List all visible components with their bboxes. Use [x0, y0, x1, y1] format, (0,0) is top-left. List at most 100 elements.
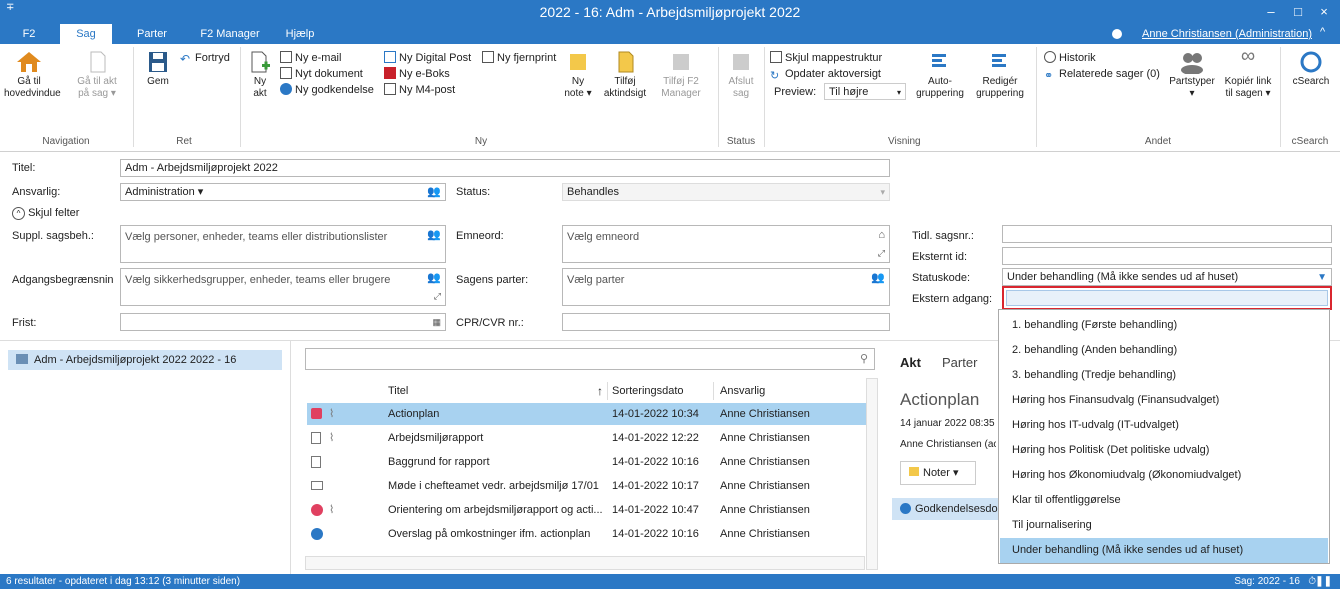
collapse-ribbon-icon[interactable]: ^: [1320, 26, 1325, 38]
approval-bar[interactable]: Godkendelsesdoku: [892, 498, 998, 520]
parties-input[interactable]: Vælg parter 👥: [562, 268, 890, 306]
dropdown-option[interactable]: 1. behandling (Første behandling): [1000, 313, 1328, 338]
pause-icon[interactable]: ❚❚: [1315, 574, 1332, 589]
vertical-scrollbar[interactable]: [866, 378, 878, 570]
title-input[interactable]: Adm - Arbejdsmiljøprojekt 2022: [120, 159, 890, 177]
external-access-inner: [1006, 290, 1328, 306]
notes-button[interactable]: Noter ▾: [900, 461, 976, 485]
new-email-button[interactable]: Ny e-mail: [280, 50, 341, 66]
preview-select[interactable]: Til højre ▾: [824, 83, 906, 100]
new-eboks-button[interactable]: Ny e-Boks: [384, 66, 450, 82]
save-button[interactable]: Gem: [140, 50, 176, 88]
status-code-select[interactable]: Under behandling (Må ikke sendes ud af h…: [1002, 268, 1332, 286]
tab-f2-manager[interactable]: F2 Manager: [190, 24, 270, 44]
deadline-input[interactable]: ▦: [120, 313, 446, 331]
related-cases-button[interactable]: ⚭ Relaterede sager (0): [1044, 66, 1160, 82]
tag-icon[interactable]: ⌂: [878, 228, 885, 243]
table-row[interactable]: ⌇ Arbejdsmiljørapport 14-01-2022 12:22 A…: [307, 427, 870, 449]
add-aktindsigt-button[interactable]: Tilføj aktindsigt: [600, 50, 650, 100]
tab-hjaelp[interactable]: Hjælp: [280, 24, 320, 44]
new-approval-button[interactable]: Ny godkendelse: [280, 82, 374, 98]
row-title: Overslag på omkostninger ifm. actionplan: [388, 528, 591, 540]
dropdown-option[interactable]: 3. behandling (Tredje behandling): [1000, 363, 1328, 388]
dropdown-option[interactable]: Høring hos Økonomiudvalg (Økonomiudvalge…: [1000, 463, 1328, 488]
access-input[interactable]: Vælg sikkerhedsgrupper, enheder, teams e…: [120, 268, 446, 306]
separator: [764, 47, 765, 147]
goto-main-window-button[interactable]: Gå til hovedvindue: [4, 50, 61, 100]
tab-parter[interactable]: Parter: [122, 24, 182, 44]
dropdown-option[interactable]: Til journalisering: [1000, 513, 1328, 538]
csearch-button[interactable]: cSearch: [1286, 50, 1336, 88]
dropdown-option[interactable]: 2. behandling (Anden behandling): [1000, 338, 1328, 363]
new-note-button[interactable]: Ny note ▾: [560, 50, 596, 100]
update-act-overview-button[interactable]: ↻ Opdater aktoversigt: [770, 66, 881, 82]
subject-input[interactable]: Vælg emneord ⌂ ⤢: [562, 225, 890, 263]
close-button[interactable]: ×: [1313, 0, 1335, 24]
row-owner: Anne Christiansen: [720, 408, 810, 420]
prev-case-input[interactable]: [1002, 225, 1332, 243]
horizontal-scrollbar[interactable]: [305, 556, 865, 570]
document-icon: [311, 456, 321, 468]
column-header-title[interactable]: Titel ↑: [388, 380, 603, 402]
checkbox-icon[interactable]: [311, 408, 322, 419]
tab-f2[interactable]: F2: [14, 24, 44, 44]
copy-link-button[interactable]: ∞ Kopiér link til sagen ▾: [1220, 46, 1276, 100]
dropdown-option-selected[interactable]: Under behandling (Må ikke sendes ud af h…: [1000, 538, 1328, 563]
new-email-label: Ny e-mail: [295, 52, 342, 64]
auto-grouping-button[interactable]: Auto- gruppering: [912, 50, 968, 100]
tab-parter-preview[interactable]: Parter: [942, 355, 977, 370]
new-m4-post-button[interactable]: Ny M4-post: [384, 82, 455, 98]
tree-item-case[interactable]: Adm - Arbejdsmiljøprojekt 2022 2022 - 16: [8, 350, 282, 370]
suppl-input[interactable]: Vælg personer, enheder, teams eller dist…: [120, 225, 446, 263]
tab-sag[interactable]: Sag: [60, 24, 112, 44]
user-link[interactable]: Anne Christiansen (Administration): [1142, 24, 1312, 44]
minimize-button[interactable]: –: [1260, 0, 1282, 24]
table-row[interactable]: ⌇ Actionplan 14-01-2022 10:34 Anne Chris…: [307, 403, 870, 425]
external-id-input[interactable]: [1002, 247, 1332, 265]
edit-grouping-label-1: Redigér: [982, 76, 1018, 87]
new-digital-post-button[interactable]: Ny Digital Post: [384, 50, 471, 66]
table-row[interactable]: Overslag på omkostninger ifm. actionplan…: [307, 523, 870, 545]
search-icon[interactable]: ⚲: [860, 352, 868, 367]
dropdown-option[interactable]: Høring hos Finansudvalg (Finansudvalget): [1000, 388, 1328, 413]
dropdown-option[interactable]: Høring hos Politisk (Det politiske udval…: [1000, 438, 1328, 463]
responsible-select[interactable]: Administration ▾ 👥: [120, 183, 446, 201]
search-input[interactable]: ⚲: [305, 348, 875, 370]
cpr-input[interactable]: [562, 313, 890, 331]
dropdown-option[interactable]: Klar til offentliggørelse: [1000, 488, 1328, 513]
column-header-date[interactable]: Sorteringsdato: [612, 380, 707, 402]
tab-akt[interactable]: Akt: [900, 355, 921, 370]
dropdown-option[interactable]: Høring hos IT-udvalg (IT-udvalget): [1000, 413, 1328, 438]
calendar-icon[interactable]: ▦: [432, 315, 441, 330]
external-access-input[interactable]: [1002, 286, 1332, 310]
new-note-label-2: note ▾: [564, 88, 592, 99]
maximize-button[interactable]: □: [1287, 0, 1309, 24]
undo-button[interactable]: ↶ Fortryd: [180, 50, 230, 66]
table-row[interactable]: ⌇ Orientering om arbejdsmiljørapport og …: [307, 499, 870, 521]
party-types-button[interactable]: Partstyper ▾: [1166, 50, 1218, 100]
people-icon[interactable]: 👥: [427, 185, 441, 200]
separator: [718, 47, 719, 147]
column-header-owner[interactable]: Ansvarlig: [720, 380, 830, 402]
new-document-button[interactable]: Nyt dokument: [280, 66, 363, 82]
people-icon[interactable]: 👥: [871, 271, 885, 286]
add-f2-manager-button[interactable]: Tilføj F2 Manager: [656, 50, 706, 100]
edit-grouping-button[interactable]: Redigér gruppering: [972, 50, 1028, 100]
new-act-button[interactable]: Ny akt: [244, 50, 276, 100]
close-case-button[interactable]: Afslut sag: [722, 50, 760, 100]
table-row[interactable]: Baggrund for rapport 14-01-2022 10:16 An…: [307, 451, 870, 473]
history-button[interactable]: Historik: [1044, 50, 1096, 66]
people-icon[interactable]: 👥: [427, 228, 441, 243]
people-icon[interactable]: 👥: [427, 271, 441, 286]
new-remote-print-button[interactable]: Ny fjernprint: [482, 50, 556, 66]
expand-icon[interactable]: ⤢: [434, 289, 441, 304]
csearch-label: cSearch: [1292, 76, 1330, 87]
hide-folder-structure-button[interactable]: Skjul mappestruktur: [770, 50, 882, 66]
goto-act-button[interactable]: Gå til akt på sag ▾: [72, 50, 122, 100]
table-row[interactable]: Møde i chefteamet vedr. arbejdsmiljø 17/…: [307, 475, 870, 497]
expand-icon[interactable]: ⤢: [878, 246, 885, 261]
new-act-label-1: Ny: [253, 76, 267, 87]
status-select[interactable]: Behandles ▾: [562, 183, 890, 201]
new-note-label-1: Ny: [571, 76, 585, 87]
hide-fields-toggle[interactable]: ^ Skjul felter: [12, 207, 79, 220]
